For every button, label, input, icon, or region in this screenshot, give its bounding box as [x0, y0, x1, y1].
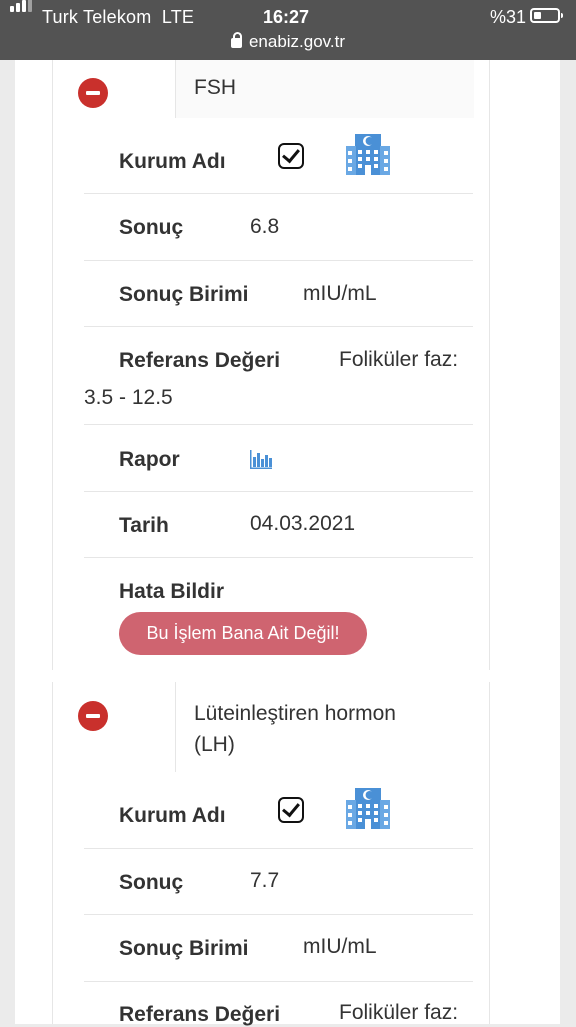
checkbox-checked-icon[interactable]	[278, 797, 304, 823]
lock-icon	[230, 32, 242, 48]
sonuc-label: Sonuç	[119, 216, 184, 239]
clock: 16:27	[263, 7, 310, 27]
hata-bildir-label: Hata Bildir	[119, 580, 225, 603]
birim-value: mIU/mL	[303, 282, 377, 305]
kurum-label: Kurum Adı	[119, 150, 226, 173]
hospital-icon[interactable]	[345, 130, 391, 176]
bar-chart-icon[interactable]	[249, 447, 273, 471]
battery-percent: %31	[490, 7, 527, 27]
row-divider	[84, 193, 473, 194]
test-name-line2: (LH)	[194, 733, 235, 756]
birim-label: Sonuç Birimi	[119, 937, 249, 960]
address-bar[interactable]: enabiz.gov.tr	[0, 32, 576, 52]
sonuc-value: 6.8	[250, 215, 280, 238]
url-text: enabiz.gov.tr	[248, 32, 346, 51]
row-divider	[84, 981, 473, 982]
row-divider	[84, 914, 473, 915]
test-name-cell: FSH	[175, 60, 474, 118]
row-divider	[84, 260, 473, 261]
row-divider	[84, 848, 473, 849]
status-bar: Turk Telekom LTE 16:27 %31 enabiz.gov.tr	[0, 0, 576, 60]
test-name: FSH	[194, 76, 236, 99]
row-divider	[84, 424, 473, 425]
row-divider	[84, 491, 473, 492]
tarih-label: Tarih	[119, 514, 169, 537]
test-name-line1: Lüteinleştiren hormon	[194, 702, 396, 725]
birim-value: mIU/mL	[303, 935, 377, 958]
network-type: LTE	[161, 7, 195, 27]
row-divider	[84, 326, 473, 327]
referans-label: Referans Değeri	[119, 349, 281, 372]
report-error-button[interactable]: Bu İşlem Bana Ait Değil!	[119, 612, 367, 655]
test-name-cell: Lüteinleştiren hormon (LH)	[175, 682, 474, 772]
rapor-label: Rapor	[119, 448, 180, 471]
checkbox-checked-icon[interactable]	[278, 143, 304, 169]
hospital-icon[interactable]	[345, 784, 391, 830]
referans-value-line1: Foliküler faz:	[339, 348, 459, 371]
remove-icon[interactable]	[78, 78, 108, 108]
carrier-name: Turk Telekom LTE	[42, 7, 195, 27]
tarih-value: 04.03.2021	[250, 512, 356, 535]
sonuc-label: Sonuç	[119, 871, 184, 894]
battery-icon	[530, 8, 563, 23]
sonuc-value: 7.7	[250, 869, 280, 892]
row-divider	[84, 557, 473, 558]
referans-label: Referans Değeri	[119, 1003, 281, 1026]
referans-value-line2: 3.5 - 12.5	[84, 386, 173, 409]
birim-label: Sonuç Birimi	[119, 283, 249, 306]
referans-value-line1: Foliküler faz:	[339, 1001, 459, 1024]
kurum-label: Kurum Adı	[119, 804, 226, 827]
remove-icon[interactable]	[78, 701, 108, 731]
